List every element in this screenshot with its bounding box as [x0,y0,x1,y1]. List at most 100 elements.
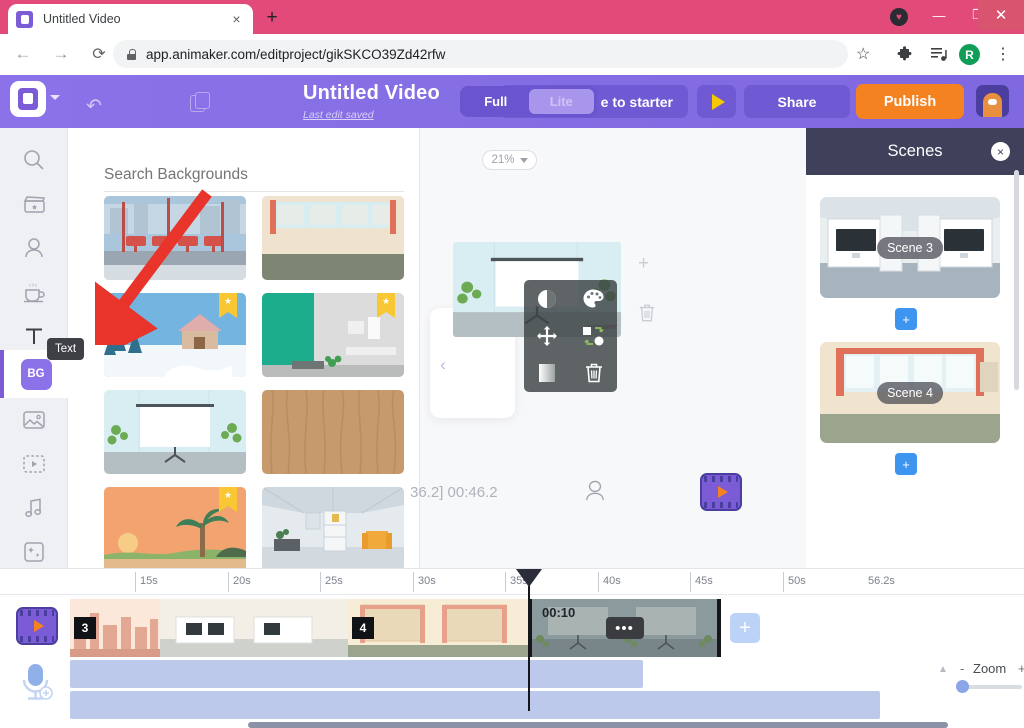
heart-icon[interactable]: ♥ [890,8,908,26]
mode-toggle[interactable]: Full Lite [460,86,597,117]
media-control-icon[interactable] [928,43,950,65]
animaker-favicon-icon [16,10,33,28]
move-icon [537,325,558,346]
zoom-slider-track[interactable] [960,685,1022,689]
browser-menu-icon[interactable]: ⋮ [992,43,1014,65]
timeline-playhead[interactable] [516,569,542,711]
timeline-ruler[interactable]: 15s 20s 25s 30s 35s 40s 45s 50s 56.2s [0,569,1024,595]
zoom-label: Zoom [973,661,1007,676]
timeline-track-bar[interactable] [70,691,880,719]
timeline-video-button[interactable] [16,607,58,645]
background-thumb-window-wall-beige[interactable] [262,196,404,280]
clip-duration-label: 00:10 [542,605,576,620]
canvas-add-button[interactable]: + [638,253,649,275]
timeline-record-voice-button[interactable] [20,663,54,706]
zoom-out-button[interactable]: - [960,661,964,676]
sidebar-item-search[interactable] [0,136,68,184]
music-note-icon [25,498,42,517]
browser-tab[interactable]: Untitled Video × [8,4,253,34]
sidebar-item-videos[interactable] [0,440,68,488]
address-bar[interactable]: app.animaker.com/editproject/gikSKCO39Zd… [113,40,848,68]
color-palette-tool-button[interactable] [571,280,618,317]
extensions-icon[interactable] [894,43,916,65]
scene-card-3[interactable]: Scene 3 [820,197,1000,298]
background-thumb-projector-screen-room[interactable] [104,390,246,474]
chevron-down-icon[interactable] [50,95,60,100]
background-thumb-office-green-wall[interactable]: ★ [262,293,404,377]
ruler-tick-end: 56.2s [868,575,895,587]
new-tab-button[interactable]: + [261,8,283,30]
canvas-zoom-value: 21% [491,154,515,166]
sidebar-item-music[interactable] [0,484,68,532]
forward-icon[interactable]: → [46,39,76,69]
ruler-tick: 45s [690,572,713,592]
last-saved-status: Last edit saved [303,109,374,121]
microphone-icon [22,664,53,700]
ruler-tick: 15s [135,572,158,592]
sidebar-item-characters[interactable] [0,224,68,272]
opacity-tool-button[interactable] [524,280,571,317]
play-icon [717,486,728,498]
background-thumb-beach-sunset-palm[interactable]: ★ [104,487,246,571]
lock-icon [127,48,136,60]
trash-icon [585,364,602,383]
undo-icon[interactable]: ↶ [86,95,102,118]
canvas-zoom-selector[interactable]: 21% [482,150,537,170]
background-thumb-living-room-modern[interactable] [262,487,404,571]
background-thumb-wooden-texture[interactable] [262,390,404,474]
timeline-track-bar[interactable] [70,660,643,688]
share-button[interactable]: Share [744,85,850,118]
timeline-clip-3[interactable]: 3 [70,599,348,657]
sidebar-item-props[interactable] [0,268,68,316]
scene-label: Scene 3 [877,236,943,259]
ruler-tick: 50s [783,572,806,592]
browser-tab-title: Untitled Video [43,12,121,26]
chevron-left-icon[interactable]: ‹ [430,353,456,377]
window-close-button[interactable]: ✕ [978,0,1024,30]
image-icon [23,411,45,429]
play-icon [711,93,725,110]
gradient-tool-button[interactable] [524,355,571,392]
mode-lite-option[interactable]: Lite [528,89,594,114]
close-icon[interactable]: × [991,142,1010,161]
timeline-clip-4[interactable]: 4 [348,599,528,657]
sidebar-item-images[interactable] [0,396,68,444]
character-toggle-icon[interactable] [585,480,605,507]
browser-tab-strip: Untitled Video × + ♥ — ❐ ✕ [0,0,1024,34]
timeline-clip-selected[interactable]: 00:10 ••• [528,599,721,657]
replace-tool-button[interactable] [571,317,618,354]
canvas-delete-button[interactable] [638,303,656,323]
add-scene-between-3-4[interactable]: + [895,308,917,330]
add-clip-button[interactable]: + [730,613,760,643]
delete-tool-button[interactable] [571,355,618,392]
collapse-icon[interactable]: ▲ [938,664,948,675]
back-icon[interactable]: ← [8,39,38,69]
page-title[interactable]: Untitled Video [303,82,440,105]
clip-options-button[interactable]: ••• [605,617,644,639]
tooltip-text: Text [47,338,85,360]
scene-card-4[interactable]: Scene 4 [820,342,1000,443]
duplicate-icon[interactable] [190,92,210,112]
bookmark-star-icon[interactable]: ☆ [856,44,870,64]
sidebar-item-scenes-templates[interactable] [0,180,68,228]
canvas-area: 21% ‹ animaker [410,128,806,568]
zoom-slider-knob[interactable] [956,680,969,693]
sidebar-item-label: BG [20,358,52,390]
timeline-left-rail [0,595,70,728]
publish-button[interactable]: Publish [856,84,964,119]
timeline-horizontal-scrollbar[interactable] [248,722,948,728]
scenes-panel-title: Scenes [887,142,943,160]
mode-full-option[interactable]: Full [463,89,529,114]
scenes-scrollbar[interactable] [1014,170,1019,390]
user-avatar[interactable] [976,85,1009,117]
animaker-logo[interactable] [10,81,46,117]
profile-avatar[interactable]: R [959,44,980,65]
move-tool-button[interactable] [524,317,571,354]
close-icon[interactable]: × [228,11,245,28]
add-scene-between-4-5[interactable]: + [895,453,917,475]
zoom-in-button[interactable]: + [1018,661,1024,676]
ruler-tick: 40s [598,572,621,592]
reload-icon[interactable]: ⟳ [84,39,114,69]
preview-filmstrip-button[interactable] [700,473,742,511]
preview-play-button[interactable] [697,85,736,118]
